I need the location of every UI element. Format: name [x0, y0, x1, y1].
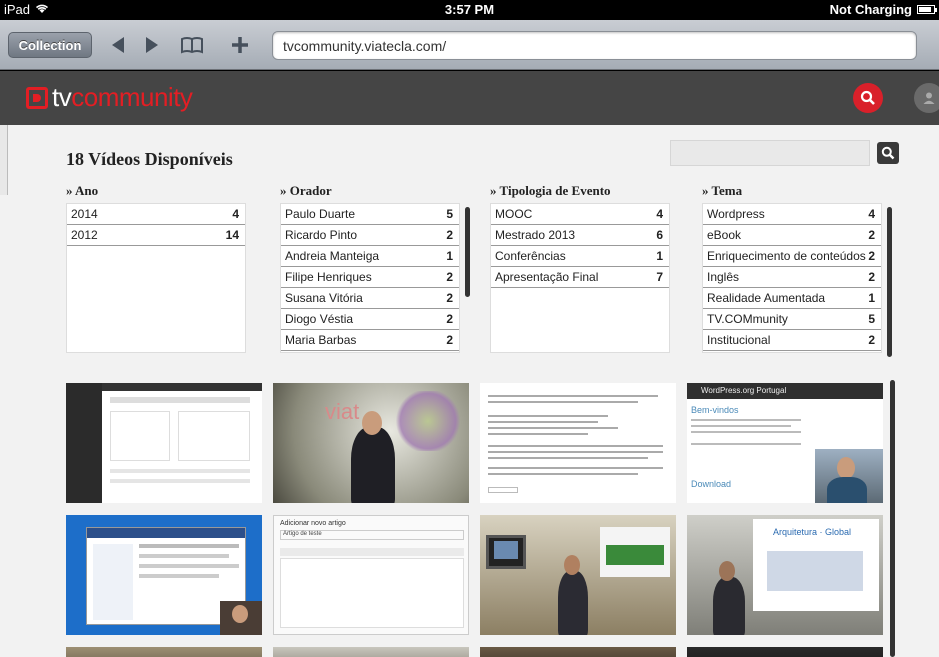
facet-item[interactable]: Andreia Manteiga 1: [281, 246, 459, 267]
facet-item[interactable]: Institucional 2: [703, 330, 881, 351]
facet-item[interactable]: eBook 2: [703, 225, 881, 246]
search-icon: [860, 90, 875, 105]
site-logo[interactable]: tvcommunity: [26, 82, 193, 113]
main-content: 18 Vídeos Disponíveis » Ano 2014 4 2012 14…: [0, 125, 939, 657]
projector-slide-title: Arquitetura · Global: [773, 527, 852, 537]
facet-tema: » Tema Wordpress 4 eBook 2 Enriquecimento …: [702, 183, 882, 353]
facet-title: » Tipologia de Evento: [490, 183, 611, 198]
facet-item[interactable]: Filipe Henriques 2: [281, 267, 459, 288]
facet-list: Wordpress 4 eBook 2 Enriquecimento de cont…: [702, 203, 882, 353]
orador-scrollbar[interactable]: [465, 207, 470, 297]
user-account-button[interactable]: [914, 83, 939, 113]
editor-field: Artigo de teste: [280, 530, 464, 540]
add-icon[interactable]: [226, 31, 254, 59]
facet-item[interactable]: Enriquecimento de conteúdos 2: [703, 246, 881, 267]
tema-scrollbar[interactable]: [887, 207, 892, 357]
logo-mark-icon: [26, 86, 48, 109]
page-title: 18 Vídeos Disponíveis: [66, 149, 233, 169]
search-input[interactable]: [670, 140, 870, 166]
address-bar[interactable]: tvcommunity.viatecla.com/: [272, 31, 917, 60]
forward-arrow-icon[interactable]: [138, 31, 166, 59]
facet-item[interactable]: Maria Barbas 2: [281, 330, 459, 351]
video-grid-scrollbar[interactable]: [890, 380, 895, 657]
conference-logo: viat: [325, 399, 360, 424]
editor-title: Adicionar novo artigo: [280, 520, 346, 527]
facet-item[interactable]: Diogo Véstia 2: [281, 309, 459, 330]
facet-list: MOOC 4 Mestrado 2013 6 Conferências 1 Apres…: [490, 203, 670, 353]
portal-title: WordPress.org Portugal: [701, 386, 787, 395]
video-thumbnail[interactable]: [66, 383, 262, 503]
facet-orador: » Orador Paulo Duarte 5 Ricardo Pinto 2 An…: [280, 183, 460, 353]
facet-list: Paulo Duarte 5 Ricardo Pinto 2 Andreia Man…: [280, 203, 460, 353]
facet-title: » Orador: [280, 183, 332, 198]
video-thumbnail[interactable]: [480, 515, 676, 635]
facet-item[interactable]: Mestrado 2013 6: [491, 225, 669, 246]
video-thumbnail[interactable]: viat: [273, 383, 469, 503]
browser-toolbar: Collection tvcommunity.viatecla.com/: [0, 20, 939, 70]
facet-item[interactable]: MOOC 4: [491, 204, 669, 225]
user-icon: [923, 92, 935, 104]
facet-item[interactable]: Realidade Aumentada 1: [703, 288, 881, 309]
video-thumbnail[interactable]: [66, 647, 262, 657]
facet-item[interactable]: Conferências 1: [491, 246, 669, 267]
logo-name: community: [71, 82, 193, 112]
battery-status: Not Charging: [829, 2, 912, 17]
facet-tipologia: » Tipologia de Evento MOOC 4 Mestrado 201…: [490, 183, 670, 353]
video-thumbnail[interactable]: Adicionar novo artigo Artigo de teste: [273, 515, 469, 635]
header-search-button[interactable]: [853, 83, 883, 113]
facet-item[interactable]: Ricardo Pinto 2: [281, 225, 459, 246]
video-thumbnail[interactable]: [273, 647, 469, 657]
video-thumbnail[interactable]: [687, 647, 883, 657]
video-thumbnail[interactable]: WordPress.org Portugal Bem-vindos Downlo…: [687, 383, 883, 503]
facet-title: » Tema: [702, 183, 743, 198]
facet-item[interactable]: Apresentação Final 7: [491, 267, 669, 288]
facet-item[interactable]: TV.COMmunity 5: [703, 309, 881, 330]
bookmarks-icon[interactable]: [178, 31, 206, 59]
portal-section-welcome: Bem-vindos: [691, 405, 739, 415]
facet-title: » Ano: [66, 183, 99, 198]
clock: 3:57 PM: [444, 2, 495, 17]
video-thumbnail[interactable]: [66, 515, 262, 635]
search-submit-button[interactable]: [877, 142, 899, 164]
facet-item[interactable]: 2014 4: [67, 204, 245, 225]
status-bar: iPad 3:57 PM Not Charging: [0, 0, 939, 20]
video-thumbnail[interactable]: Arquitetura · Global: [687, 515, 883, 635]
video-thumbnail[interactable]: [480, 647, 676, 657]
video-thumbnail[interactable]: [480, 383, 676, 503]
logo-prefix: tv: [52, 82, 72, 112]
back-arrow-icon[interactable]: [104, 31, 132, 59]
site-header: tvcommunity: [0, 71, 939, 125]
facet-item[interactable]: Susana Vitória 2: [281, 288, 459, 309]
side-drawer-edge[interactable]: [0, 125, 8, 195]
facet-list: 2014 4 2012 14: [66, 203, 246, 353]
collection-button[interactable]: Collection: [8, 32, 92, 58]
facet-ano: » Ano 2014 4 2012 14: [66, 183, 246, 353]
search-icon: [881, 146, 895, 160]
facet-item[interactable]: Paulo Duarte 5: [281, 204, 459, 225]
portal-section-download: Download: [691, 479, 732, 489]
facet-item[interactable]: Wordpress 4: [703, 204, 881, 225]
facet-item[interactable]: 2012 14: [67, 225, 245, 246]
battery-icon: [917, 5, 937, 14]
facet-item[interactable]: Inglês 2: [703, 267, 881, 288]
